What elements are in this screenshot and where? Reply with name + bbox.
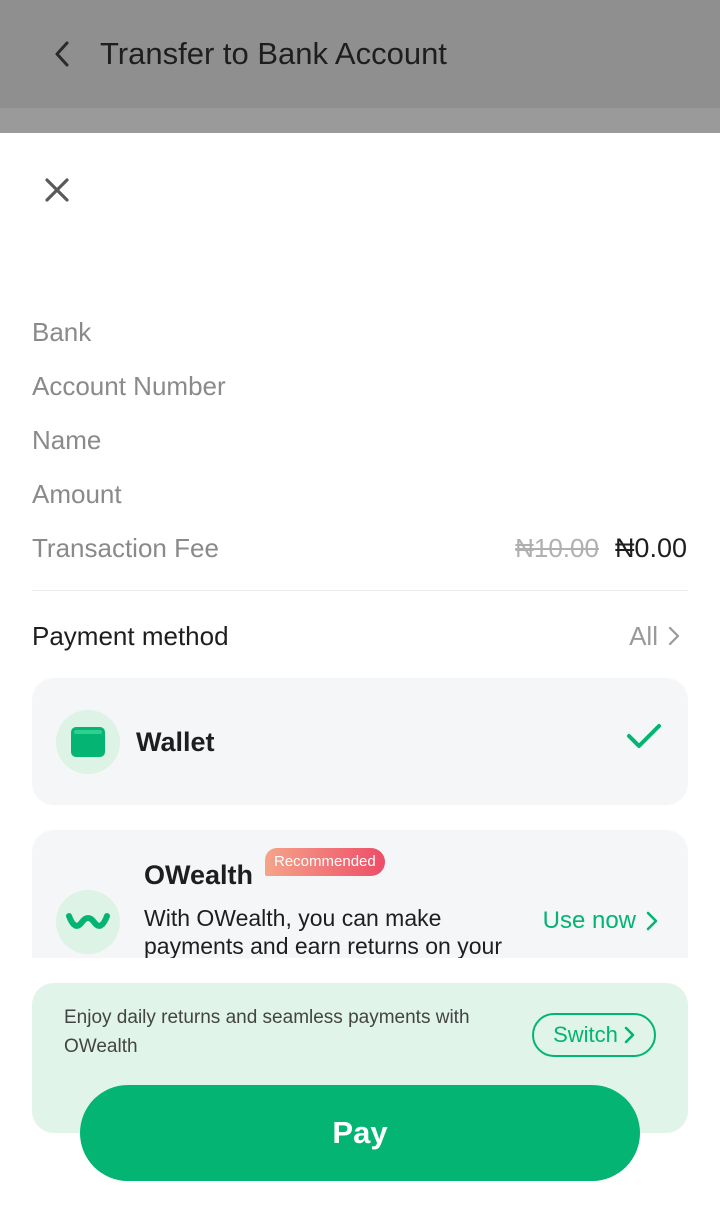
wallet-option[interactable]: Wallet	[32, 678, 688, 805]
account-number-label: Account Number	[32, 371, 226, 401]
divider	[32, 590, 688, 591]
pay-button[interactable]: Pay	[80, 1085, 640, 1181]
payment-method-label: Payment method	[32, 621, 229, 651]
fee-current-amount: ₦0.00	[614, 533, 687, 563]
payment-bottom-sheet: Bank Account Number Name Amount Transact…	[0, 133, 720, 1229]
chevron-right-icon	[646, 911, 658, 931]
bank-label: Bank	[32, 317, 92, 347]
wallet-icon	[56, 710, 120, 774]
owealth-logo-icon	[56, 890, 120, 954]
top-bar: Transfer to Bank Account	[0, 0, 720, 133]
chevron-right-icon	[668, 626, 680, 646]
transaction-fee-values: ₦10.00 ₦0.00	[515, 531, 687, 565]
close-icon[interactable]	[40, 173, 74, 207]
use-now-label: Use now	[542, 907, 636, 934]
owealth-description: With OWealth, you can make payments and …	[144, 905, 502, 958]
header-divider-strip	[0, 108, 720, 133]
use-now-link[interactable]: Use now	[543, 904, 658, 938]
page-title: Transfer to Bank Account	[100, 36, 447, 71]
chevron-left-icon[interactable]	[46, 34, 78, 74]
name-label: Name	[32, 425, 102, 455]
owealth-option[interactable]: OWealth Recommended With OWealth, you ca…	[32, 830, 688, 958]
all-label: All	[629, 621, 658, 651]
recommended-badge: Recommended	[265, 848, 385, 876]
all-payment-methods-link[interactable]: All	[629, 619, 680, 653]
transaction-fee-label: Transaction Fee	[32, 533, 219, 563]
chevron-right-icon	[624, 1026, 635, 1044]
switch-button[interactable]: Switch	[532, 1013, 656, 1057]
switch-label: Switch	[553, 1022, 618, 1047]
amount-label: Amount	[32, 479, 122, 509]
promo-text: Enjoy daily returns and seamless payment…	[64, 1007, 470, 1057]
owealth-name: OWealth	[144, 860, 254, 890]
fee-original-amount: ₦10.00	[515, 533, 599, 563]
checkmark-icon	[626, 722, 662, 755]
wallet-name: Wallet	[136, 727, 215, 757]
